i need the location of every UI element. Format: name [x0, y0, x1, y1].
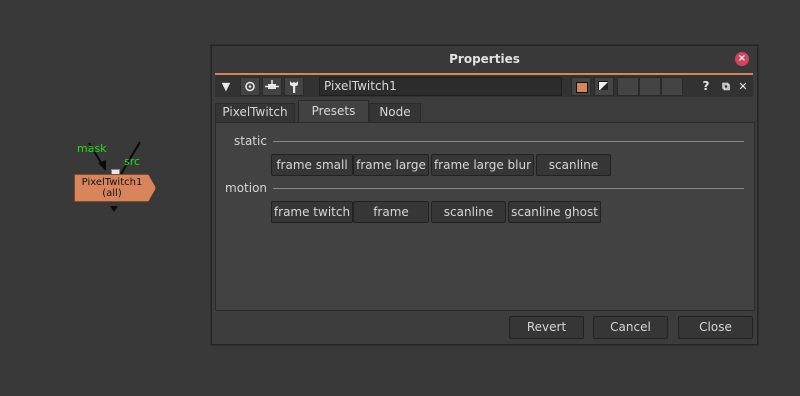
blank-swatch-1[interactable] — [617, 77, 639, 96]
preset-motion-scanline-button[interactable]: scanline — [431, 201, 506, 223]
motion-divider — [273, 188, 744, 189]
output-arrowhead — [110, 206, 118, 212]
blank-swatch-2[interactable] — [639, 77, 661, 96]
io-icon — [265, 80, 279, 89]
window-close-button[interactable]: × — [735, 52, 749, 66]
input-output-button[interactable] — [262, 77, 282, 96]
close-panel-icon[interactable]: ✕ — [735, 77, 751, 96]
presets-panel: static frame small frame large frame lar… — [215, 122, 755, 311]
node-color-swatch — [576, 82, 588, 93]
blank-swatch-3[interactable] — [661, 77, 683, 96]
preset-frame-large-blur-button[interactable]: frame large blur — [431, 154, 534, 176]
node-name-label: PixelTwitch1 — [81, 177, 143, 188]
cancel-button[interactable]: Cancel — [593, 316, 668, 339]
revert-button[interactable]: Revert — [509, 316, 584, 339]
properties-titlebar[interactable]: Properties × — [212, 46, 757, 73]
src-input-label: src — [124, 155, 141, 168]
node-toolbar: ▼ PixelTwitch1 ? ⧉ ✕ — [215, 73, 753, 97]
collapse-toggle-icon[interactable]: ▼ — [218, 77, 234, 96]
properties-title: Properties — [449, 52, 520, 66]
preset-frame-large-button[interactable]: frame large — [353, 154, 429, 176]
tab-pixeltwitch[interactable]: PixelTwitch — [215, 103, 295, 122]
preset-frame-small-button[interactable]: frame small — [271, 154, 353, 176]
preset-frame-button[interactable]: frame — [353, 201, 429, 223]
preset-scanline-button[interactable]: scanline — [536, 154, 611, 176]
tab-presets[interactable]: Presets — [298, 100, 369, 122]
static-group-label: static — [234, 134, 267, 148]
pixeltwitch-node[interactable]: PixelTwitch1 (all) — [74, 174, 156, 202]
preset-scanline-ghost-button[interactable]: scanline ghost — [508, 201, 601, 223]
node-graph: mask src PixelTwitch1 (all) — [0, 0, 200, 396]
tab-node[interactable]: Node — [369, 103, 421, 122]
node-colormap-button[interactable] — [594, 77, 614, 96]
settings-button[interactable] — [284, 77, 304, 96]
target-icon — [245, 81, 255, 92]
properties-window: Properties × ▼ PixelTwitch1 ? ⧉ ✕ PixelT… — [211, 45, 758, 345]
node-name-field[interactable]: PixelTwitch1 — [319, 77, 562, 96]
float-panel-icon[interactable]: ⧉ — [718, 77, 734, 96]
close-button[interactable]: Close — [678, 316, 753, 339]
static-divider — [273, 141, 744, 142]
mask-input-label: mask — [77, 142, 107, 155]
center-node-button[interactable] — [240, 77, 260, 96]
preset-frame-twitch-button[interactable]: frame twitch — [271, 201, 353, 223]
wrench-icon — [290, 81, 298, 93]
motion-group-label: motion — [225, 181, 268, 195]
node-channels-label: (all) — [102, 188, 122, 199]
node-color-button[interactable] — [571, 77, 591, 96]
colormap-icon — [598, 81, 608, 90]
help-icon[interactable]: ? — [698, 77, 714, 96]
